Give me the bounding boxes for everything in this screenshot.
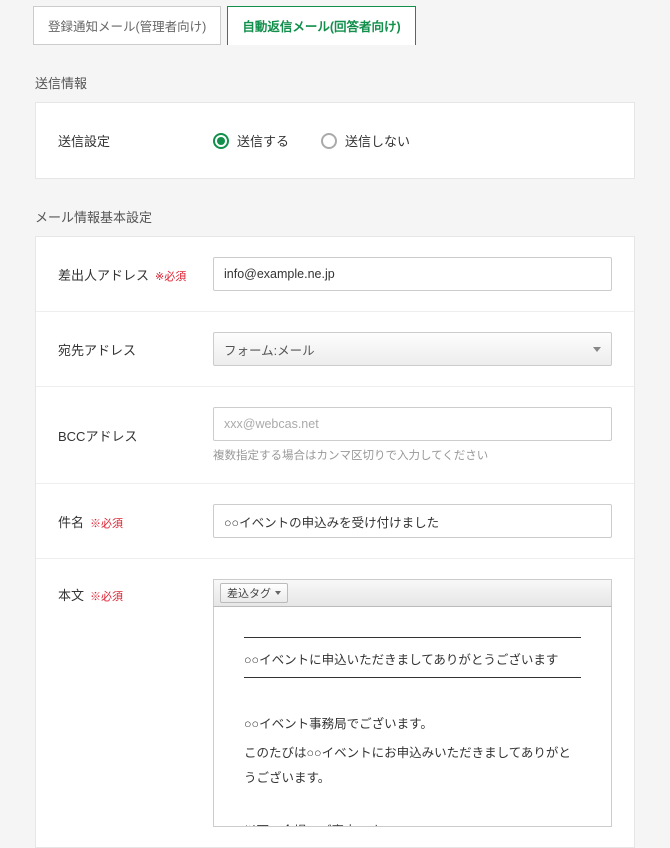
bcc-address-input[interactable]	[213, 407, 612, 441]
section-send-info-title: 送信情報	[5, 45, 665, 102]
tab-auto-reply-mail[interactable]: 自動返信メール(回答者向け)	[227, 6, 415, 45]
insert-tag-button[interactable]: 差込タグ	[220, 583, 288, 603]
bcc-hint: 複数指定する場合はカンマ区切りで入力してください	[213, 447, 612, 463]
tabs: 登録通知メール(管理者向け) 自動返信メール(回答者向け)	[5, 0, 665, 45]
editor-toolbar: 差込タグ	[213, 579, 612, 607]
body-editor[interactable]: ○○イベントに申込いただきましてありがとうございます ○○イベント事務局でござい…	[213, 607, 612, 827]
from-address-input[interactable]	[213, 257, 612, 291]
radio-dot-icon	[213, 133, 229, 149]
divider	[244, 637, 581, 638]
label-bcc: BCCアドレス	[58, 426, 213, 445]
label-to: 宛先アドレス	[58, 340, 213, 359]
required-badge: ※必須	[155, 271, 186, 283]
required-badge: ※必須	[90, 518, 123, 530]
radio-dot-icon	[321, 133, 337, 149]
radio-send-yes[interactable]: 送信する	[213, 131, 289, 150]
chevron-down-icon	[593, 347, 601, 352]
panel-send-info: 送信設定 送信する 送信しない	[35, 102, 635, 179]
to-address-select[interactable]: フォーム:メール	[213, 332, 612, 366]
divider	[244, 677, 581, 678]
label-subject: 件名※必須	[58, 512, 213, 531]
radio-send-no-label: 送信しない	[345, 131, 410, 150]
label-from: 差出人アドレス※必須	[58, 265, 213, 284]
body-line: このたびは○○イベントにお申込みいただきましてありがとうございます。	[244, 741, 581, 791]
radio-send-yes-label: 送信する	[237, 131, 289, 150]
body-line: ○○イベント事務局でございます。	[244, 712, 581, 737]
required-badge: ※必須	[90, 591, 123, 603]
insert-tag-button-label: 差込タグ	[227, 585, 271, 601]
body-line: ○○イベントに申込いただきましてありがとうございます	[244, 648, 581, 673]
panel-mail-basic: 差出人アドレス※必須 宛先アドレス フォーム:メール BCCアドレス 複数指定す…	[35, 236, 635, 848]
radio-send-no[interactable]: 送信しない	[321, 131, 410, 150]
label-body: 本文※必須	[58, 579, 213, 604]
body-line: 以下、会場のご案内です。	[244, 819, 581, 827]
label-send-setting: 送信設定	[58, 131, 213, 150]
to-address-select-value: フォーム:メール	[224, 340, 315, 359]
subject-input[interactable]	[213, 504, 612, 538]
section-mail-basic-title: メール情報基本設定	[5, 179, 665, 236]
chevron-down-icon	[275, 591, 281, 595]
tab-admin-mail[interactable]: 登録通知メール(管理者向け)	[33, 6, 221, 45]
